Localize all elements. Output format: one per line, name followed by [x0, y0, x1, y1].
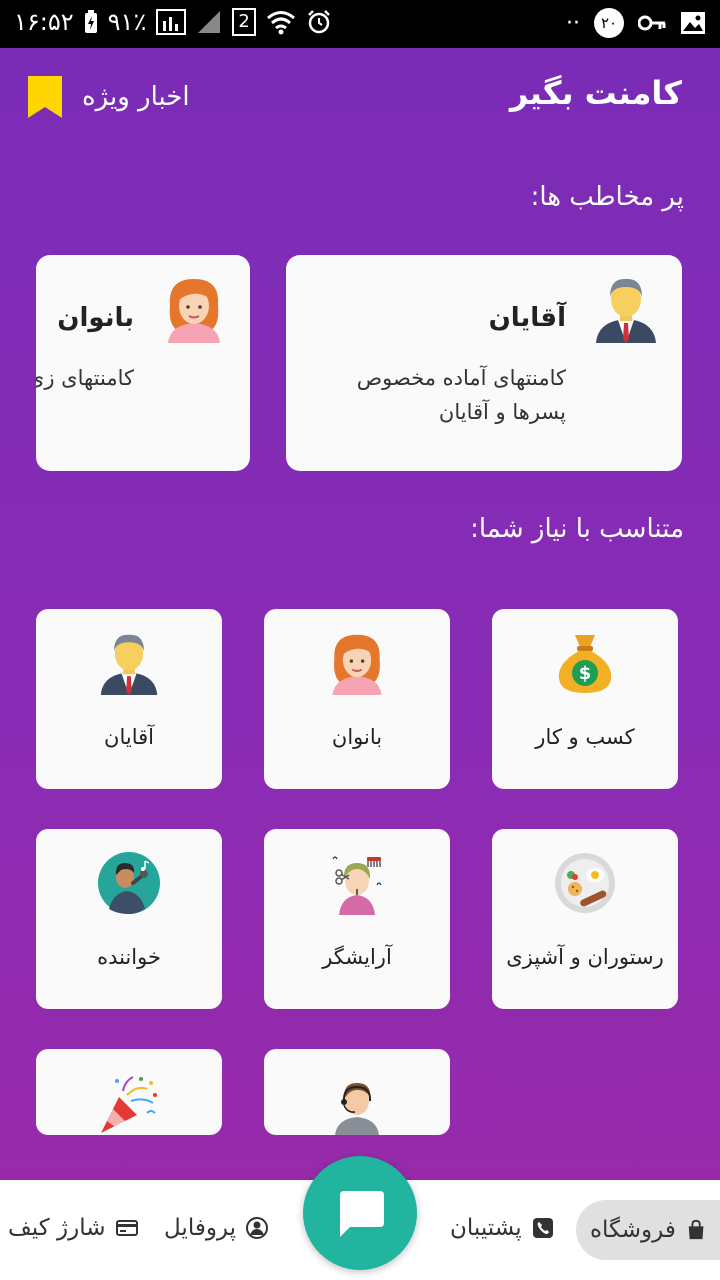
- status-bar: ۱۶:۵۲ ۹۱٪ 2 ·· ۲۰: [0, 0, 720, 48]
- nav-wallet-charge[interactable]: شارژ کیف: [8, 1180, 138, 1276]
- category-label: خواننده: [97, 945, 161, 969]
- woman-avatar-icon: [332, 634, 382, 695]
- category-label: کسب و کار: [535, 725, 635, 749]
- notification-count-badge: ۲۰: [594, 8, 624, 38]
- audience-card-men[interactable]: آقایان کامنتهای آماده مخصوص پسرها و آقای…: [286, 255, 682, 471]
- woman-avatar-icon: [168, 279, 220, 343]
- cell-signal-icon: [198, 11, 221, 33]
- wifi-icon: [266, 11, 295, 35]
- app-content: کامنت بگیر اخبار ویژه پر مخاطب ها: آقایا…: [0, 48, 720, 1280]
- money-bag-icon: $: [558, 635, 612, 693]
- status-time: ۱۶:۵۲: [14, 8, 74, 36]
- nav-support-label: پشتیبان: [450, 1215, 522, 1241]
- category-card-women[interactable]: بانوان: [264, 609, 450, 789]
- featured-news-label: اخبار ویژه: [82, 82, 190, 112]
- party-popper-icon: [101, 1076, 157, 1133]
- category-label: آقایان: [104, 725, 154, 749]
- audience-card-women-title: بانوان: [57, 303, 134, 333]
- nav-support[interactable]: پشتیبان: [450, 1180, 554, 1276]
- hairdresser-icon: [332, 856, 382, 915]
- key-icon: [638, 15, 666, 31]
- nav-wallet-label: شارژ کیف: [8, 1215, 106, 1241]
- category-card-business[interactable]: $ کسب و کار: [492, 609, 678, 789]
- category-card-restaurant[interactable]: رستوران و آشپزی: [492, 829, 678, 1009]
- status-right: ·· ۲۰: [566, 8, 706, 38]
- app-title: کامنت بگیر: [509, 74, 682, 112]
- status-left: ۱۶:۵۲ ۹۱٪ 2: [14, 8, 332, 36]
- audience-card-men-title: آقایان: [488, 303, 566, 333]
- category-card-men[interactable]: آقایان: [36, 609, 222, 789]
- image-icon: [681, 12, 705, 34]
- food-plate-icon: [555, 853, 615, 913]
- sim-indicator: 2: [232, 8, 256, 36]
- support-agent-icon: [335, 1083, 379, 1135]
- audience-card-men-desc-line1: کامنتهای آماده مخصوص: [356, 366, 566, 390]
- category-label: بانوان: [331, 725, 383, 749]
- audience-card-men-desc-line2: پسرها و آقایان: [438, 400, 566, 424]
- category-label: رستوران و آشپزی: [506, 945, 664, 969]
- nav-profile[interactable]: پروفایل: [164, 1180, 269, 1276]
- nav-shop-label: فروشگاه: [590, 1217, 676, 1243]
- audience-card-women-desc: کامنتهای زی: [36, 366, 134, 390]
- featured-news-link[interactable]: اخبار ویژه: [28, 76, 190, 118]
- status-dots: ··: [566, 10, 580, 36]
- battery-percent: ۹۱٪: [107, 8, 147, 36]
- audience-card-women[interactable]: بانوان کامنتهای زی: [36, 255, 250, 471]
- popular-section-title: پر مخاطب ها:: [530, 182, 684, 212]
- credit-card-icon: [115, 1220, 138, 1236]
- phone-icon: [532, 1218, 553, 1238]
- chat-bubble-icon: [340, 1191, 384, 1237]
- category-card-singer[interactable]: خواننده: [36, 829, 222, 1009]
- category-card-party[interactable]: [36, 1049, 222, 1135]
- category-card-support[interactable]: [264, 1049, 450, 1135]
- man-avatar-icon: [100, 634, 158, 695]
- svg-text:$: $: [579, 663, 592, 684]
- nav-shop[interactable]: فروشگاه: [576, 1200, 720, 1260]
- category-label: آرایشگر: [322, 945, 392, 969]
- signal-graph-icon: [156, 9, 187, 35]
- nav-profile-label: پروفایل: [164, 1215, 237, 1241]
- bookmark-icon: [28, 76, 62, 118]
- category-card-hairdresser[interactable]: آرایشگر: [264, 829, 450, 1009]
- suggested-section-title: متناسب با نیاز شما:: [470, 514, 684, 544]
- singer-icon: [98, 852, 160, 914]
- alarm-icon: [307, 10, 330, 34]
- user-circle-icon: [246, 1217, 269, 1239]
- battery-icon: [84, 10, 97, 33]
- man-avatar-icon: [596, 278, 656, 343]
- shopping-bag-icon: [688, 1219, 704, 1240]
- comment-fab-button[interactable]: [303, 1156, 417, 1270]
